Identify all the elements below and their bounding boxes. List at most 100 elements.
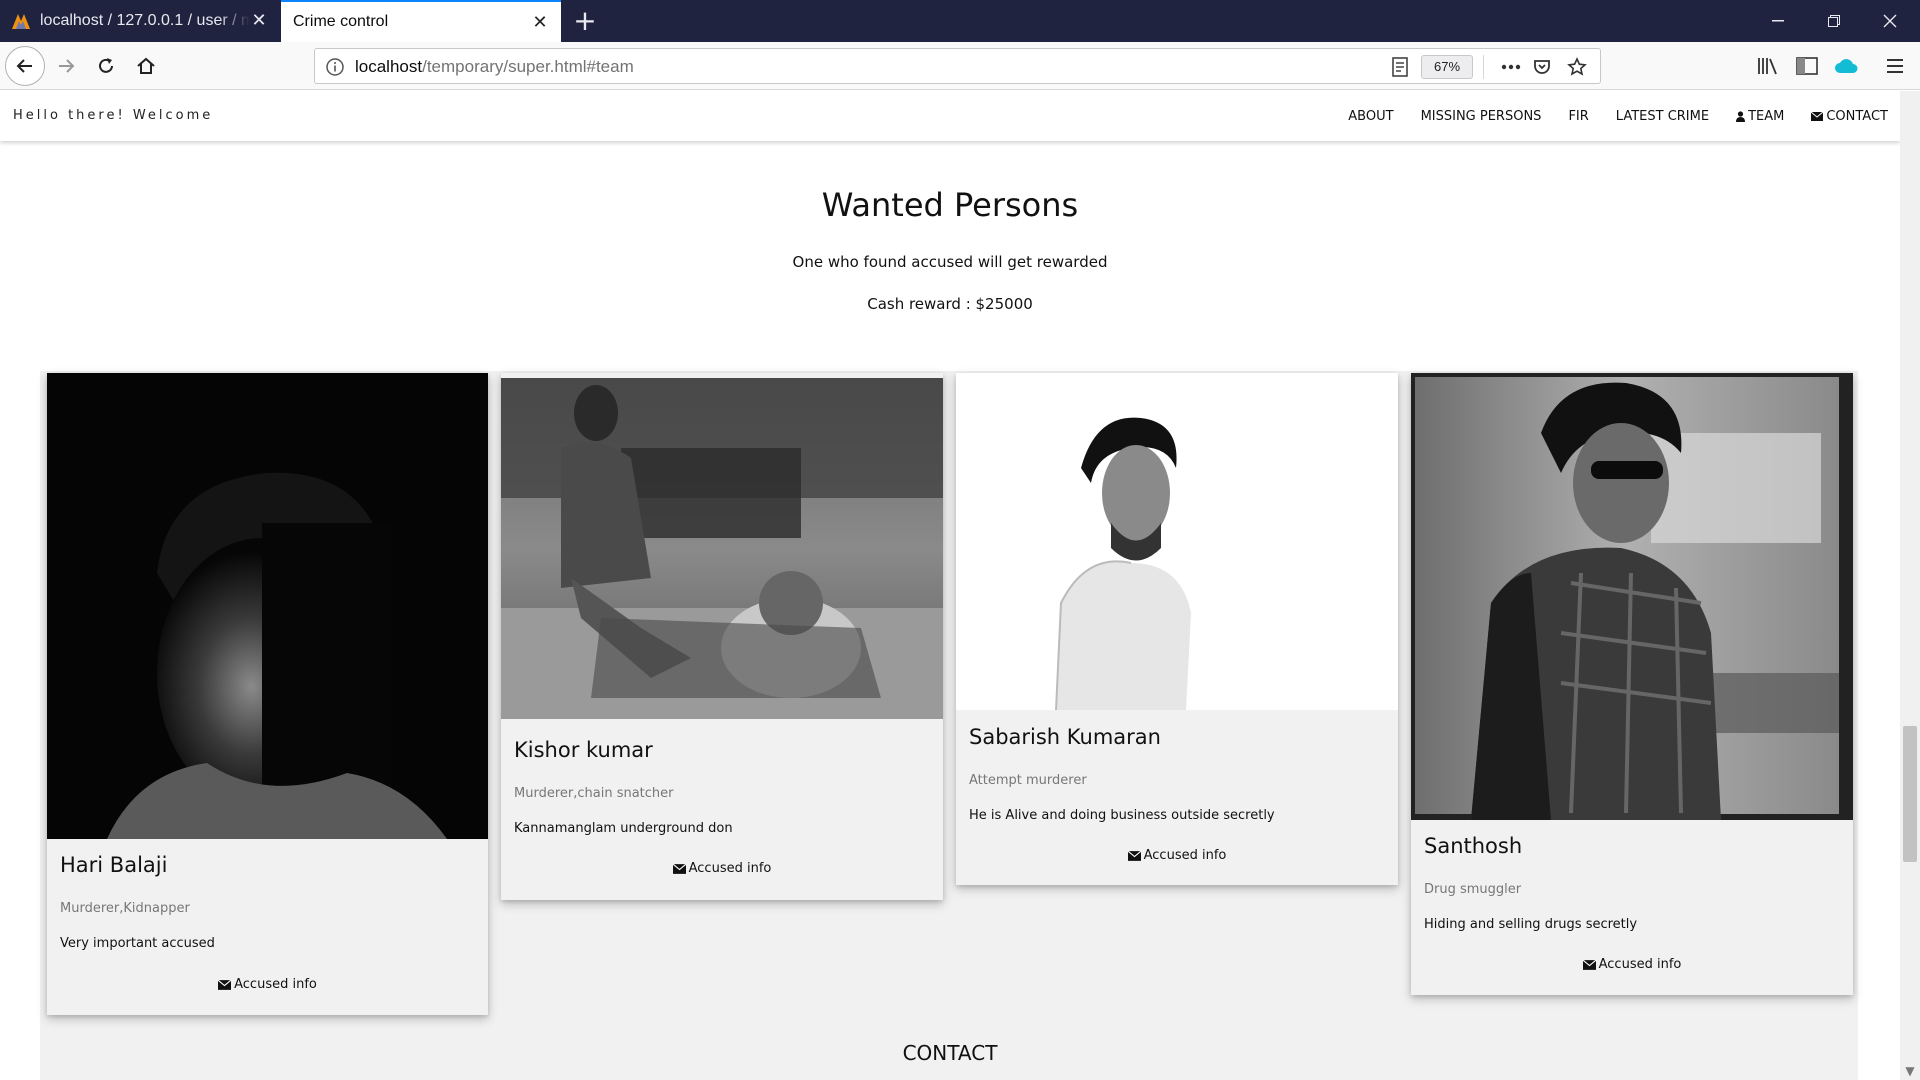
restore-button[interactable] (1806, 0, 1862, 42)
wanted-card: Sabarish Kumaran Attempt murderer He is … (956, 373, 1398, 885)
tab-title: localhost / 127.0.0.1 / user / mi (40, 12, 250, 29)
accused-description: Hiding and selling drugs secretly (1424, 917, 1638, 932)
pocket-button[interactable] (1530, 55, 1554, 79)
site-brand[interactable]: Hello there! Welcome (13, 108, 213, 123)
forward-button[interactable] (52, 52, 80, 80)
accused-crime: Drug smuggler (1424, 882, 1522, 897)
nav-label: MISSING PERSONS (1420, 108, 1542, 124)
tab-phpmyadmin[interactable]: localhost / 127.0.0.1 / user / mi ✕ (0, 0, 280, 42)
new-tab-button[interactable]: + (570, 6, 600, 36)
bookmark-button[interactable] (1565, 55, 1589, 79)
close-window-button[interactable] (1862, 0, 1918, 42)
nav-fir[interactable]: FIR (1568, 109, 1588, 124)
reward-text: Cash reward : $25000 (867, 295, 1033, 313)
divider (1483, 55, 1484, 79)
web-page: Hello there! Welcome ABOUT MISSING PERSO… (0, 91, 1900, 1080)
envelope-icon (1127, 850, 1141, 861)
site-navbar: Hello there! Welcome ABOUT MISSING PERSO… (0, 91, 1900, 141)
button-label: Accused info (234, 977, 317, 992)
accused-crime: Attempt murderer (969, 773, 1087, 788)
sidebar-icon (1796, 57, 1818, 75)
pocket-icon (1534, 60, 1550, 74)
forward-icon (59, 59, 75, 73)
section-subtitle: One who found accused will get rewarded (792, 253, 1108, 271)
home-button[interactable] (132, 52, 160, 80)
nav-label: CONTACT (1826, 108, 1888, 124)
browser-toolbar: localhost/temporary/super.html#team 67% (0, 42, 1920, 90)
accused-crime: Murderer,chain snatcher (514, 786, 674, 801)
button-label: Accused info (1598, 957, 1682, 972)
envelope-icon (1582, 959, 1596, 970)
nav-label: ABOUT (1348, 108, 1394, 124)
page-scrollbar[interactable]: ▼ (1900, 91, 1920, 1080)
close-icon[interactable]: ✕ (250, 12, 268, 30)
envelope-icon (218, 979, 232, 990)
page-actions-button[interactable] (1499, 55, 1523, 79)
accused-name: Kishor kumar (514, 738, 653, 762)
restore-icon (1828, 15, 1840, 27)
button-label: Accused info (1143, 848, 1227, 863)
nav-label: LATEST CRIME (1615, 108, 1710, 124)
close-icon[interactable]: ✕ (531, 14, 549, 32)
nav-missing-persons[interactable]: MISSING PERSONS (1421, 109, 1542, 124)
reader-view-icon[interactable] (1389, 56, 1411, 78)
accused-info-button[interactable]: Accused info (1411, 957, 1853, 972)
menu-button[interactable] (1881, 52, 1909, 80)
url-bar[interactable]: localhost/temporary/super.html#team 67% (314, 48, 1601, 84)
reload-button[interactable] (92, 52, 120, 80)
section-title: Wanted Persons (821, 186, 1079, 224)
accused-crime: Murderer,Kidnapper (60, 901, 190, 916)
nav-latest-crime[interactable]: LATEST CRIME (1616, 109, 1709, 124)
more-icon (1501, 64, 1521, 70)
tab-crime-control[interactable]: Crime control ✕ (281, 0, 561, 42)
accused-photo (956, 373, 1398, 710)
info-icon[interactable] (325, 57, 345, 77)
sync-cloud-icon (1835, 59, 1858, 73)
wanted-card: Kishor kumar Murderer,chain snatcher Kan… (501, 373, 943, 900)
wanted-card: Santhosh Drug smuggler Hiding and sellin… (1411, 373, 1853, 995)
url-host: localhost (355, 57, 423, 76)
zoom-indicator[interactable]: 67% (1421, 55, 1473, 79)
nav-label: TEAM (1748, 108, 1785, 124)
back-icon (16, 59, 32, 73)
accused-info-button[interactable]: Accused info (501, 861, 943, 876)
button-label: Accused info (688, 861, 772, 876)
contact-heading: CONTACT (902, 1041, 998, 1065)
accused-name: Sabarish Kumaran (969, 725, 1161, 749)
user-icon (1736, 110, 1746, 122)
minimize-button[interactable] (1750, 0, 1806, 42)
minimize-icon (1772, 20, 1784, 22)
accused-name: Santhosh (1424, 834, 1523, 858)
library-icon (1758, 58, 1777, 75)
home-icon (137, 57, 155, 74)
tab-title: Crime control (293, 13, 389, 30)
wanted-card: Hari Balaji Murderer,Kidnapper Very impo… (47, 373, 488, 1015)
nav-about[interactable]: ABOUT (1348, 109, 1393, 124)
phpmyadmin-favicon (12, 14, 30, 29)
accused-description: Kannamanglam underground don (514, 821, 733, 836)
sidebar-button[interactable] (1793, 52, 1821, 80)
tab-strip: localhost / 127.0.0.1 / user / mi ✕ Crim… (0, 0, 1920, 42)
accused-description: He is Alive and doing business outside s… (969, 808, 1275, 823)
library-button[interactable] (1754, 52, 1782, 80)
nav-label: FIR (1568, 108, 1589, 124)
scroll-down-arrow-icon[interactable]: ▼ (1900, 1062, 1920, 1080)
accused-info-button[interactable]: Accused info (47, 977, 488, 992)
site-nav-links: ABOUT MISSING PERSONS FIR LATEST CRIME T… (1321, 91, 1888, 141)
nav-team[interactable]: TEAM (1736, 109, 1784, 124)
accused-photo (47, 373, 488, 839)
back-button[interactable] (5, 46, 45, 86)
reload-icon (99, 58, 113, 73)
url-text[interactable]: localhost/temporary/super.html#team (355, 57, 634, 77)
envelope-icon (672, 863, 686, 874)
close-icon (1883, 14, 1897, 28)
nav-contact[interactable]: CONTACT (1811, 109, 1888, 124)
menu-icon (1887, 59, 1903, 73)
accused-info-button[interactable]: Accused info (956, 848, 1398, 863)
scrollbar-thumb[interactable] (1903, 726, 1917, 862)
envelope-icon (1811, 111, 1824, 121)
accused-description: Very important accused (60, 936, 215, 951)
sync-button[interactable] (1832, 52, 1860, 80)
accused-name: Hari Balaji (60, 853, 168, 877)
accused-photo (501, 378, 943, 719)
